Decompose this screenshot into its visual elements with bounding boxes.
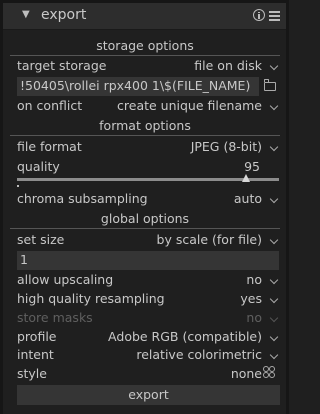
style-value: none — [230, 366, 262, 381]
chevron-down-icon — [269, 313, 279, 323]
export-button-label: export — [128, 387, 169, 402]
quality-slider[interactable]: quality 95 — [17, 158, 280, 177]
scale-value: 1 — [20, 252, 28, 267]
style-selector[interactable]: style none — [17, 365, 280, 384]
high-quality-resampling-combobox[interactable]: high quality resampling yes — [17, 290, 280, 309]
left-border — [0, 0, 3, 414]
folder-icon[interactable] — [263, 79, 276, 91]
intent-value: relative colorimetric — [136, 347, 262, 362]
section-label: format options — [99, 118, 191, 133]
section-storage-options: storage options — [10, 37, 280, 56]
profile-combobox[interactable]: profile Adobe RGB (compatible) — [17, 328, 280, 347]
module-header[interactable]: ▼ export — [3, 3, 286, 30]
scale-input[interactable]: 1 — [17, 251, 279, 270]
filename-template-input[interactable]: !50405\rollei rpx400 1\$(FILE_NAME) — [17, 77, 259, 96]
on-conflict-combobox[interactable]: on conflict create unique filename — [17, 97, 280, 116]
slider-baseline-mark — [17, 185, 19, 187]
module-title: export — [41, 7, 87, 23]
target-storage-combobox[interactable]: target storage file on disk — [17, 57, 280, 76]
chevron-down-icon — [269, 235, 279, 245]
set-size-value: by scale (for file) — [156, 232, 262, 247]
store-masks-value: no — [246, 310, 262, 325]
target-storage-value: file on disk — [194, 58, 262, 73]
section-label: storage options — [96, 38, 194, 53]
export-module: ▼ export storage options target storage … — [0, 0, 289, 414]
chroma-subsampling-value: auto — [233, 191, 262, 206]
on-conflict-label: on conflict — [17, 98, 83, 113]
allow-upscaling-value: no — [246, 272, 262, 287]
allow-upscaling-combobox[interactable]: allow upscaling no — [17, 271, 280, 290]
section-label: global options — [100, 211, 190, 226]
quality-label: quality — [17, 159, 60, 174]
set-size-combobox[interactable]: set size by scale (for file) — [17, 231, 280, 250]
chevron-down-icon — [269, 101, 279, 111]
section-format-options: format options — [10, 117, 280, 136]
chevron-down-icon — [269, 350, 279, 360]
store-masks-label: store masks — [17, 310, 93, 325]
set-size-label: set size — [17, 232, 65, 247]
styles-icon[interactable] — [263, 366, 277, 380]
on-conflict-value: create unique filename — [117, 98, 262, 113]
chevron-down-icon — [269, 142, 279, 152]
right-border — [286, 0, 289, 414]
info-icon[interactable] — [253, 9, 265, 21]
presets-menu-icon[interactable] — [269, 10, 280, 21]
export-button[interactable]: export — [17, 385, 280, 405]
section-global-options: global options — [10, 210, 280, 229]
quality-slider-track[interactable] — [17, 178, 279, 181]
target-storage-label: target storage — [17, 58, 107, 73]
chevron-down-icon — [269, 294, 279, 304]
high-quality-resampling-label: high quality resampling — [17, 291, 165, 306]
store-masks-combobox: store masks no — [17, 309, 280, 328]
intent-label: intent — [17, 347, 54, 362]
chevron-down-icon — [269, 194, 279, 204]
style-label: style — [17, 366, 47, 381]
chevron-down-icon — [269, 332, 279, 342]
file-format-value: JPEG (8-bit) — [190, 139, 262, 154]
collapse-chevron-icon[interactable]: ▼ — [22, 9, 30, 20]
chevron-down-icon — [269, 61, 279, 71]
file-format-label: file format — [17, 139, 82, 154]
intent-combobox[interactable]: intent relative colorimetric — [17, 346, 280, 365]
filename-template-value: !50405\rollei rpx400 1\$(FILE_NAME) — [20, 78, 251, 93]
profile-label: profile — [17, 329, 57, 344]
file-format-combobox[interactable]: file format JPEG (8-bit) — [17, 138, 280, 157]
allow-upscaling-label: allow upscaling — [17, 272, 114, 287]
chroma-subsampling-label: chroma subsampling — [17, 191, 148, 206]
high-quality-resampling-value: yes — [240, 291, 262, 306]
chroma-subsampling-combobox[interactable]: chroma subsampling auto — [17, 190, 280, 209]
quality-slider-handle[interactable] — [242, 174, 250, 182]
quality-value: 95 — [244, 159, 260, 174]
chevron-down-icon — [269, 275, 279, 285]
profile-value: Adobe RGB (compatible) — [108, 329, 262, 344]
